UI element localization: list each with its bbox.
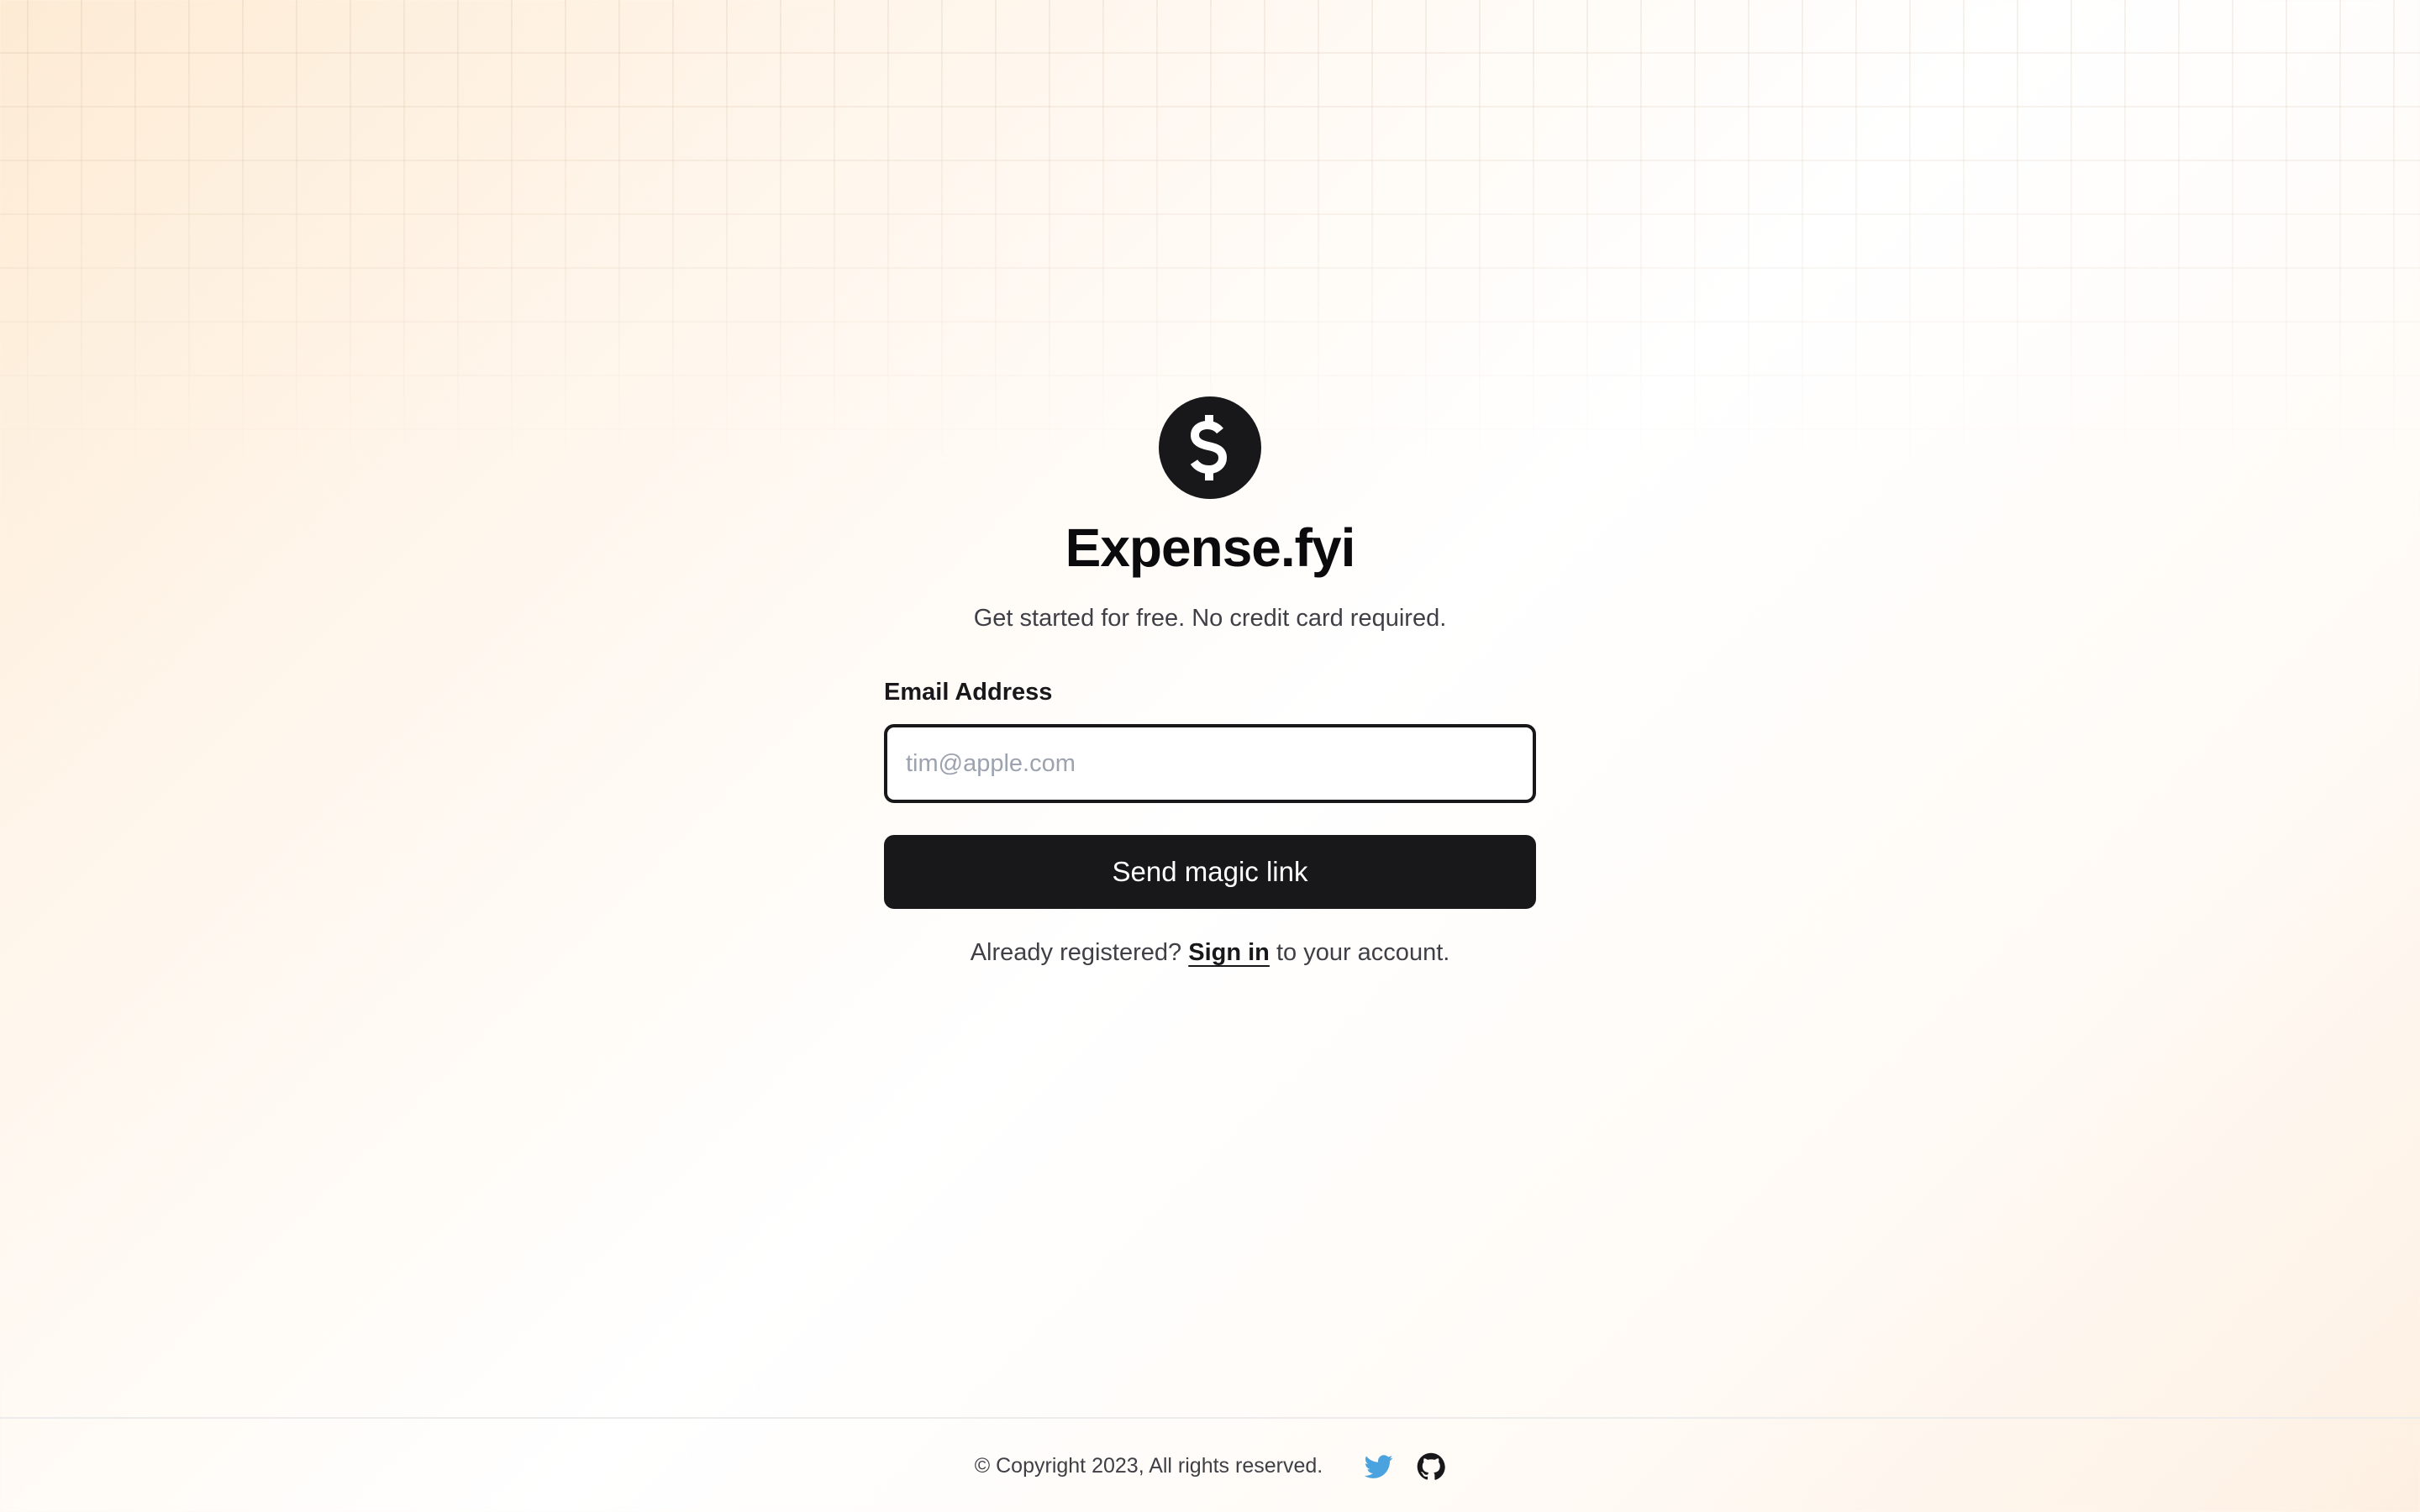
email-label: Email Address: [884, 679, 1053, 706]
twitter-icon: [1365, 1454, 1393, 1478]
dollar-icon: [1190, 415, 1228, 480]
footer: © Copyright 2023, All rights reserved.: [0, 1417, 2420, 1512]
signup-panel: Expense.fyi Get started for free. No cre…: [884, 396, 1536, 969]
brand-title: Expense.fyi: [1065, 517, 1356, 578]
signup-form: Email Address Send magic link: [884, 677, 1536, 909]
signin-prefix: Already registered?: [970, 939, 1182, 966]
signin-link[interactable]: Sign in: [1188, 939, 1270, 966]
github-link[interactable]: [1417, 1452, 1445, 1481]
email-input[interactable]: [884, 724, 1536, 803]
signin-prompt: Already registered? Sign in to your acco…: [971, 936, 1450, 969]
logo: [1159, 396, 1261, 499]
twitter-link[interactable]: [1365, 1452, 1393, 1481]
github-icon: [1417, 1452, 1445, 1480]
send-magic-link-button[interactable]: Send magic link: [884, 835, 1536, 909]
tagline: Get started for free. No credit card req…: [973, 605, 1447, 632]
signin-suffix: to your account.: [1276, 939, 1450, 966]
copyright-text: © Copyright 2023, All rights reserved.: [974, 1454, 1323, 1478]
social-links: [1365, 1452, 1445, 1481]
